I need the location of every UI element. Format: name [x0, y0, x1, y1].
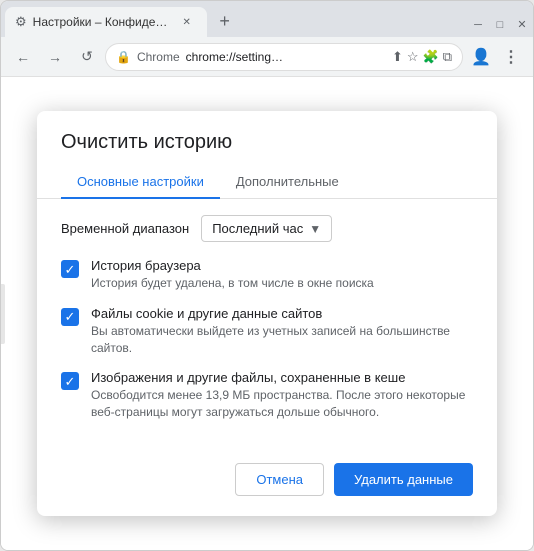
refresh-icon: ↺	[81, 48, 93, 65]
new-tab-button[interactable]: +	[211, 7, 239, 35]
address-icons: ⬆ ☆ 🧩 ⧉	[392, 49, 452, 65]
bookmark-icon[interactable]: ☆	[407, 49, 419, 65]
checkmark-icon: ✓	[65, 375, 76, 388]
extensions-icon[interactable]: 🧩	[423, 49, 439, 65]
checkbox-cookies[interactable]: ✓	[61, 308, 79, 326]
dialog-overlay: Очистить историю Основные настройки Допо…	[1, 77, 533, 550]
checkmark-icon: ✓	[65, 263, 76, 276]
select-arrow-icon: ▼	[309, 222, 321, 236]
checkbox-history-title: История браузера	[91, 258, 473, 273]
checkbox-history[interactable]: ✓	[61, 260, 79, 278]
tab-bar: ⚙ Настройки – Конфиденциально… ✕ + ─ □ ✕	[1, 1, 533, 37]
menu-button[interactable]: ⋮	[497, 43, 525, 71]
clear-history-dialog: Очистить историю Основные настройки Допо…	[37, 111, 497, 516]
tab-basic-label: Основные настройки	[77, 174, 204, 189]
cancel-button[interactable]: Отмена	[235, 463, 324, 496]
time-range-row: Временной диапазон Последний час ▼	[61, 215, 473, 242]
checkbox-cache-title: Изображения и другие файлы, сохраненные …	[91, 370, 473, 385]
maximize-icon[interactable]: □	[493, 19, 507, 31]
avatar-icon: 👤	[471, 47, 491, 67]
chrome-brand-label: Chrome	[137, 50, 180, 64]
back-icon: ←	[16, 49, 30, 65]
checkbox-history-text: История браузера История будет удалена, …	[91, 258, 473, 292]
checkbox-cookies-desc: Вы автоматически выйдете из учетных запи…	[91, 323, 473, 357]
checkbox-cache-text: Изображения и другие файлы, сохраненные …	[91, 370, 473, 421]
close-icon[interactable]: ✕	[515, 18, 529, 31]
checkbox-cache-desc: Освободится менее 13,9 МБ пространства. …	[91, 387, 473, 421]
checkbox-history-desc: История будет удалена, в том числе в окн…	[91, 275, 473, 292]
back-button[interactable]: ←	[9, 43, 37, 71]
delete-button[interactable]: Удалить данные	[334, 463, 473, 496]
dialog-tabs: Основные настройки Дополнительные	[37, 166, 497, 199]
time-range-label: Временной диапазон	[61, 221, 189, 236]
checkbox-cache[interactable]: ✓	[61, 372, 79, 390]
tab-title: Настройки – Конфиденциально…	[33, 15, 173, 29]
checkmark-icon: ✓	[65, 310, 76, 323]
tab-close-icon[interactable]: ✕	[179, 14, 195, 30]
dialog-footer: Отмена Удалить данные	[37, 451, 497, 516]
dialog-title: Очистить историю	[37, 111, 497, 154]
time-range-value: Последний час	[212, 221, 303, 236]
window-controls: ─ □ ✕	[471, 18, 529, 37]
share-icon[interactable]: ⬆	[392, 49, 403, 65]
new-tab-icon: +	[219, 11, 230, 32]
forward-button[interactable]: →	[41, 43, 69, 71]
time-range-select[interactable]: Последний час ▼	[201, 215, 332, 242]
menu-icon: ⋮	[503, 47, 519, 67]
nav-right-icons: 👤 ⋮	[467, 43, 525, 71]
avatar-button[interactable]: 👤	[467, 43, 495, 71]
tab-basic-settings[interactable]: Основные настройки	[61, 166, 220, 199]
url-text: chrome://setting…	[186, 50, 386, 64]
checkbox-item-cookies: ✓ Файлы cookie и другие данные сайтов Вы…	[61, 306, 473, 357]
minimize-icon[interactable]: ─	[471, 19, 485, 31]
browser-window: ⚙ Настройки – Конфиденциально… ✕ + ─ □ ✕…	[0, 0, 534, 551]
checkbox-item-cache: ✓ Изображения и другие файлы, сохраненны…	[61, 370, 473, 421]
refresh-button[interactable]: ↺	[73, 43, 101, 71]
tab-advanced[interactable]: Дополнительные	[220, 166, 355, 199]
content-area: Очистить историю Основные настройки Допо…	[1, 77, 533, 550]
copy-icon[interactable]: ⧉	[443, 49, 452, 65]
nav-bar: ← → ↺ 🔒 Chrome chrome://setting… ⬆ ☆ 🧩 ⧉…	[1, 37, 533, 77]
checkbox-cookies-title: Файлы cookie и другие данные сайтов	[91, 306, 473, 321]
tab-gear-icon: ⚙	[15, 14, 27, 30]
lock-icon: 🔒	[116, 50, 131, 64]
dialog-body: Временной диапазон Последний час ▼ ✓	[37, 199, 497, 451]
checkbox-item-history: ✓ История браузера История будет удалена…	[61, 258, 473, 292]
tab-advanced-label: Дополнительные	[236, 174, 339, 189]
active-tab[interactable]: ⚙ Настройки – Конфиденциально… ✕	[5, 7, 207, 37]
checkbox-cookies-text: Файлы cookie и другие данные сайтов Вы а…	[91, 306, 473, 357]
forward-icon: →	[48, 49, 62, 65]
address-bar[interactable]: 🔒 Chrome chrome://setting… ⬆ ☆ 🧩 ⧉	[105, 43, 463, 71]
